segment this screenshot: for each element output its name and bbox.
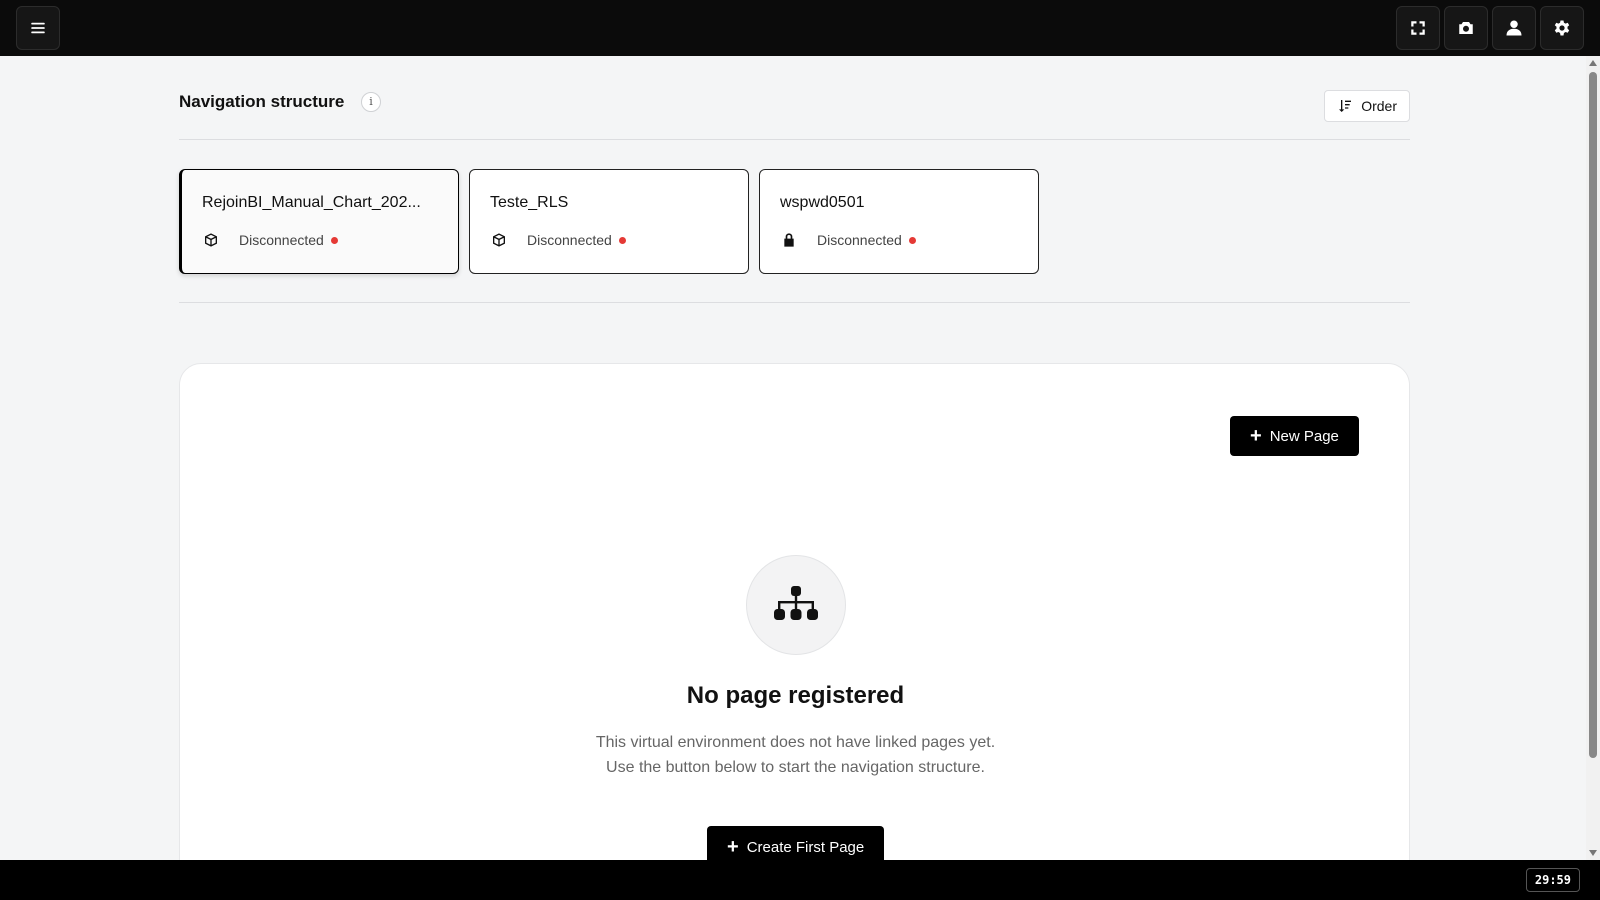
cube-icon xyxy=(202,231,220,249)
page-header: Navigation structure i Order xyxy=(179,56,1410,140)
new-page-label: New Page xyxy=(1269,427,1339,445)
lock-icon xyxy=(780,231,798,249)
status-dot xyxy=(330,236,338,244)
connection-status: Disconnected xyxy=(239,232,324,248)
order-label: Order xyxy=(1361,98,1397,114)
vertical-scrollbar[interactable] xyxy=(1586,56,1600,860)
environment-name: RejoinBI_Manual_Chart_202... xyxy=(202,194,421,211)
session-timer: 29:59 xyxy=(1525,868,1580,892)
pages-panel: + New Page No page registered This virtu… xyxy=(179,363,1410,893)
environment-card[interactable]: wspwd0501 Disconnected xyxy=(759,169,1039,274)
connection-status: Disconnected xyxy=(817,232,902,248)
status-dot xyxy=(908,236,916,244)
environment-card[interactable]: RejoinBI_Manual_Chart_202... Disconnecte… xyxy=(179,169,459,274)
cube-icon xyxy=(490,231,508,249)
info-icon[interactable]: i xyxy=(361,92,381,112)
empty-state-line-2: Use the button below to start the naviga… xyxy=(606,759,985,776)
environment-name: Teste_RLS xyxy=(490,194,569,211)
empty-state-icon-wrapper xyxy=(746,555,846,655)
environment-card[interactable]: Teste_RLS Disconnected xyxy=(469,169,749,274)
empty-state-title: No page registered xyxy=(686,682,905,709)
scroll-up-arrow[interactable] xyxy=(1589,60,1597,66)
empty-state-line-1: This virtual environment does not have l… xyxy=(595,734,996,751)
plus-icon: + xyxy=(1250,425,1262,447)
fullscreen-icon xyxy=(1411,21,1425,35)
create-first-page-label: Create First Page xyxy=(746,838,865,856)
status-dot xyxy=(618,236,626,244)
settings-button[interactable] xyxy=(1540,6,1584,50)
gear-icon xyxy=(1554,20,1570,36)
environment-cards: RejoinBI_Manual_Chart_202... Disconnecte… xyxy=(179,140,1410,303)
scroll-down-arrow[interactable] xyxy=(1589,850,1597,856)
order-button[interactable]: Order xyxy=(1324,90,1410,122)
connection-status: Disconnected xyxy=(527,232,612,248)
sort-icon xyxy=(1339,100,1352,112)
environment-name: wspwd0501 xyxy=(780,194,865,211)
new-page-button[interactable]: + New Page xyxy=(1230,416,1359,456)
empty-state-description: This virtual environment does not have l… xyxy=(180,730,1411,780)
user-icon xyxy=(1506,20,1522,36)
main-content: Navigation structure i Order RejoinBI_Ma… xyxy=(179,56,1410,893)
menu-button[interactable] xyxy=(16,6,60,50)
screenshot-button[interactable] xyxy=(1444,6,1488,50)
top-bar xyxy=(0,0,1600,56)
camera-icon xyxy=(1459,22,1473,34)
user-button[interactable] xyxy=(1492,6,1536,50)
plus-icon: + xyxy=(727,836,739,858)
fullscreen-button[interactable] xyxy=(1396,6,1440,50)
page-title: Navigation structure xyxy=(179,92,345,111)
bottom-bar: 29:59 xyxy=(0,860,1600,900)
hamburger-menu-icon xyxy=(31,22,45,34)
scroll-thumb[interactable] xyxy=(1589,72,1597,758)
sitemap-icon xyxy=(774,586,818,620)
